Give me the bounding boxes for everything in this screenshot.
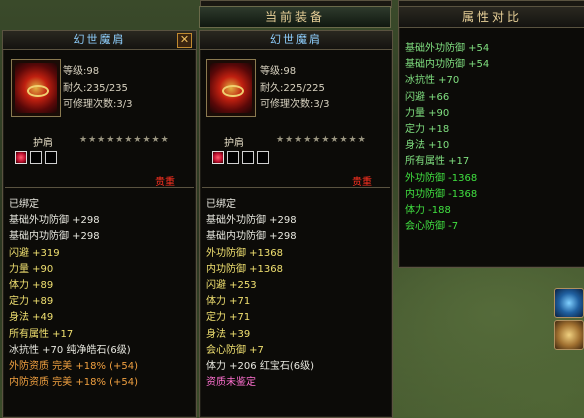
golden-skill-icon[interactable] <box>554 320 584 350</box>
item-icon-frame <box>206 59 256 117</box>
stat-line: 所有属性 +17 <box>9 328 74 340</box>
item-stars: ★★★★★★★★★★ <box>276 135 367 145</box>
stat-line: 基础内功防御 +54 <box>405 59 490 71</box>
item-slot: 护肩 <box>33 138 53 149</box>
current-equipment-header: 当前装备 <box>199 6 391 28</box>
item-tooltip-left: 幻世魔肩 ✕ 等级:98 耐久:235/235 可修理次数:3/3 护肩 ★★★… <box>2 30 197 418</box>
item-tooltip-current: 幻世魔肩 等级:98 耐久:225/225 可修理次数:3/3 护肩 ★★★★★… <box>199 30 393 418</box>
stat-line: 基础内功防御 +298 <box>206 231 297 243</box>
stat-line: 体力 +89 <box>9 279 54 291</box>
stat-line: 所有属性 +17 <box>405 156 470 168</box>
shoulder-scroll-icon <box>210 63 252 113</box>
stat-line: 体力 -188 <box>405 204 451 216</box>
item-repairs: 可修理次数:3/3 <box>260 99 330 110</box>
rarity-label: 贵重 <box>155 177 175 188</box>
stat-line: 闪避 +253 <box>206 279 257 291</box>
empty-gem-slot <box>257 151 269 164</box>
item-name: 幻世魔肩 <box>3 31 196 50</box>
shoulder-scroll-icon <box>15 63 57 113</box>
stat-line: 基础内功防御 +298 <box>9 231 100 243</box>
stat-line: 冰抗性 +70 <box>405 75 460 87</box>
compare-title: 属性对比 <box>399 7 584 28</box>
stat-list: 已绑定基础外功防御 +298 基础内功防御 +298 闪避 +319 力量 +90 体力… <box>9 197 138 391</box>
stat-line: 力量 +90 <box>9 263 54 275</box>
stat-line: 外功防御 +1368 <box>206 247 284 259</box>
compare-stat-list: 基础外功防御 +54 基础内功防御 +54 冰抗性 +70 闪避 +66 力量 +90 定… <box>405 41 489 235</box>
blue-skill-icon[interactable] <box>554 288 584 318</box>
item-icon-frame <box>11 59 61 117</box>
gem-slots <box>212 151 269 164</box>
empty-gem-slot <box>242 151 254 164</box>
stat-line: 内功防御 -1368 <box>405 188 478 200</box>
gem-slots <box>15 151 57 164</box>
item-level: 等级:98 <box>260 66 297 77</box>
gem-icon <box>15 151 27 164</box>
item-level: 等级:98 <box>63 66 100 77</box>
stat-line: 已绑定 <box>206 199 236 210</box>
stat-line: 身法 +49 <box>9 312 54 324</box>
stat-line: 外功防御 -1368 <box>405 172 478 184</box>
close-icon[interactable]: ✕ <box>177 33 192 48</box>
empty-gem-slot <box>227 151 239 164</box>
stat-line: 体力 +206 红宝石(6级) <box>206 360 314 372</box>
stat-line: 内功防御 +1368 <box>206 263 284 275</box>
gem-icon <box>212 151 224 164</box>
stat-line: 闪避 +319 <box>9 247 60 259</box>
attribute-compare-panel: 属性对比 基础外功防御 +54 基础内功防御 +54 冰抗性 +70 闪避 +66 力量… <box>398 6 584 268</box>
divider <box>202 187 390 188</box>
item-name: 幻世魔肩 <box>200 31 392 50</box>
stat-line: 已绑定 <box>9 199 39 210</box>
stat-line: 冰抗性 +70 纯净皓石(6级) <box>9 344 131 356</box>
stat-line: 基础外功防御 +298 <box>9 215 100 227</box>
stat-line: 定力 +18 <box>405 123 450 135</box>
stat-line: 体力 +71 <box>206 296 251 308</box>
stat-line: 会心防御 -7 <box>405 221 459 233</box>
stat-line: 身法 +39 <box>206 328 251 340</box>
stat-line: 定力 +71 <box>206 312 251 324</box>
item-repairs: 可修理次数:3/3 <box>63 99 133 110</box>
stat-line: 外防资质 完美 +18% (+54) <box>9 360 139 372</box>
stat-line: 资质未鉴定 <box>206 377 256 389</box>
divider <box>5 187 194 188</box>
rarity-label: 贵重 <box>352 177 372 188</box>
item-slot: 护肩 <box>224 138 244 149</box>
empty-gem-slot <box>30 151 42 164</box>
stat-line: 闪避 +66 <box>405 91 450 103</box>
stat-line: 基础外功防御 +54 <box>405 43 490 54</box>
stat-line: 内防资质 完美 +18% (+54) <box>9 377 139 389</box>
empty-gem-slot <box>45 151 57 164</box>
stat-line: 力量 +90 <box>405 107 450 119</box>
item-stars: ★★★★★★★★★★ <box>79 135 170 145</box>
stat-line: 基础外功防御 +298 <box>206 215 297 227</box>
stat-list: 已绑定基础外功防御 +298 基础内功防御 +298 外功防御 +1368 内功防御 … <box>206 197 314 391</box>
stat-line: 身法 +10 <box>405 140 450 152</box>
stat-line: 定力 +89 <box>9 296 54 308</box>
item-durability: 耐久:235/235 <box>63 83 128 94</box>
stat-line: 会心防御 +7 <box>206 344 264 356</box>
item-durability: 耐久:225/225 <box>260 83 325 94</box>
